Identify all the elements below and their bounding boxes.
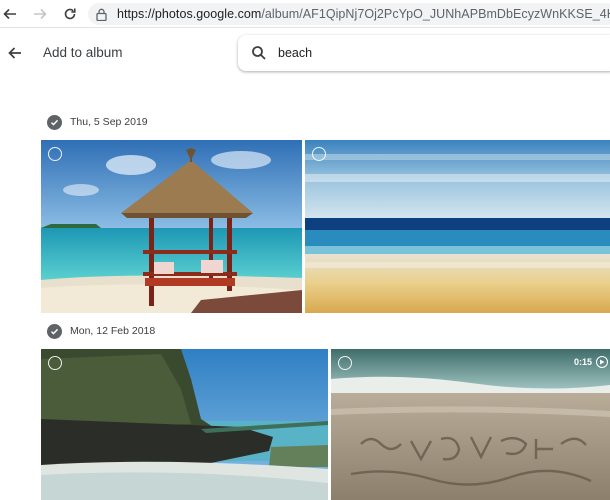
browser-forward-icon[interactable]	[30, 4, 50, 24]
url-text: https://photos.google.com/album/AF1QipNj…	[117, 7, 610, 21]
back-arrow-icon[interactable]	[4, 42, 26, 64]
video-thumbnail-sand-writing[interactable]: 0:15	[331, 349, 610, 500]
check-circle-icon[interactable]	[47, 114, 62, 130]
photo-thumbnail-motion-beach[interactable]	[305, 140, 610, 313]
lock-icon	[96, 7, 107, 21]
search-icon[interactable]	[251, 45, 267, 61]
play-icon	[596, 356, 608, 368]
url-host: https://photos.google.com	[117, 7, 262, 21]
photo-thumbnail-beach-hut[interactable]	[41, 140, 302, 313]
date-label: Mon, 12 Feb 2018	[70, 325, 156, 337]
address-bar[interactable]: https://photos.google.com/album/AF1QipNj…	[88, 3, 610, 25]
page-title: Add to album	[43, 45, 123, 60]
photo-thumbnail-cliffs[interactable]	[41, 349, 328, 500]
url-path: /album/AF1QipNj7Oj2PcYpO_JUNhAPBmDbEcyzW…	[261, 7, 610, 21]
video-duration: 0:15	[573, 357, 592, 367]
browser-reload-icon[interactable]	[60, 4, 80, 24]
select-circle-icon[interactable]	[48, 356, 62, 370]
select-circle-icon[interactable]	[312, 147, 326, 161]
select-circle-icon[interactable]	[338, 356, 352, 370]
date-group-header[interactable]: Thu, 5 Sep 2019	[47, 113, 148, 131]
date-group-header[interactable]: Mon, 12 Feb 2018	[47, 322, 155, 340]
browser-toolbar: https://photos.google.com/album/AF1QipNj…	[0, 0, 610, 28]
search-box[interactable]	[238, 35, 610, 71]
select-circle-icon[interactable]	[48, 147, 62, 161]
app-header: Add to album	[0, 28, 610, 78]
search-input[interactable]	[278, 44, 578, 62]
check-circle-icon[interactable]	[47, 323, 62, 339]
browser-back-icon[interactable]	[0, 4, 20, 24]
date-label: Thu, 5 Sep 2019	[70, 116, 148, 128]
